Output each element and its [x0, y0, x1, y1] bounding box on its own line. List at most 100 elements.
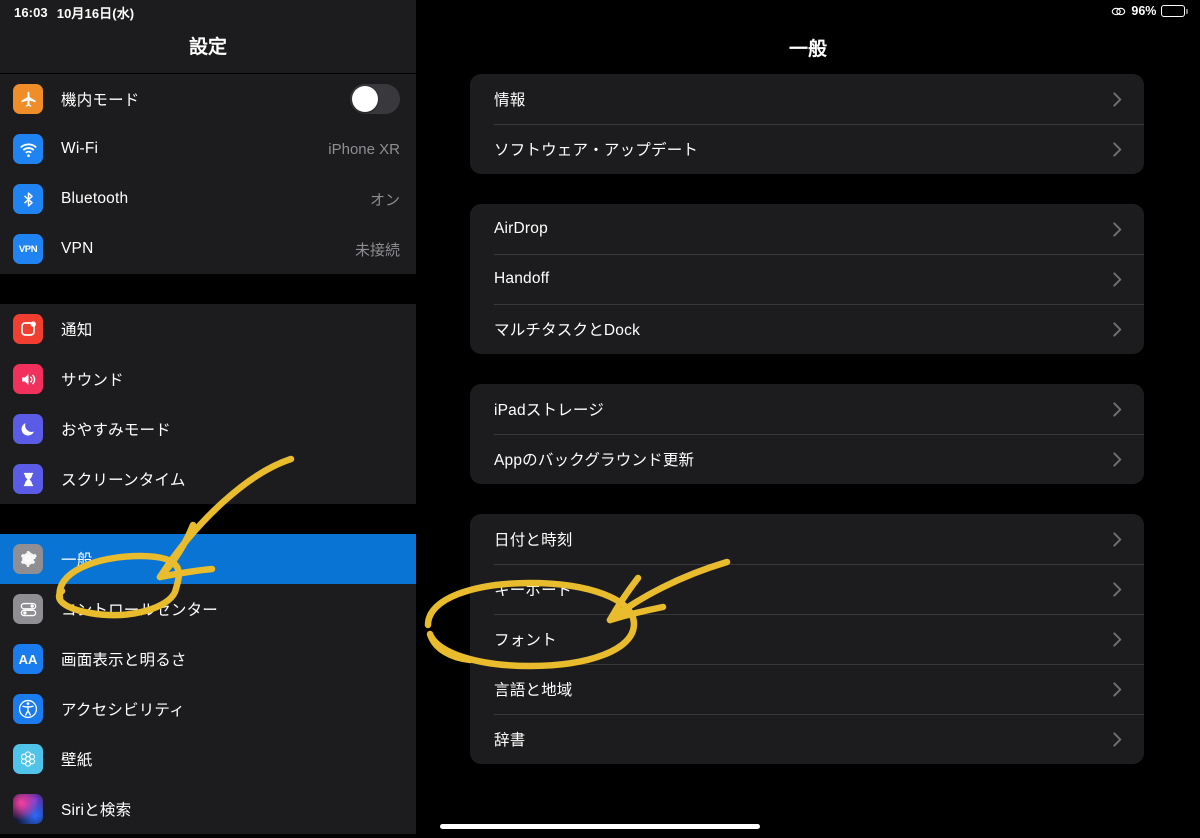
- detail-item-label: AirDrop: [494, 220, 548, 237]
- sidebar-group-notifications: 通知 サウンド おやすみモード スクリーンタイム: [0, 304, 416, 504]
- vpn-icon: VPN: [13, 234, 43, 264]
- home-indicator[interactable]: [440, 824, 760, 829]
- detail-item-label: 日付と時刻: [494, 532, 573, 549]
- wallpaper-icon: [13, 744, 43, 774]
- control-center-icon: [13, 594, 43, 624]
- sound-icon: [13, 364, 43, 394]
- sidebar-item-label: 壁紙: [61, 752, 93, 769]
- detail-item-fonts[interactable]: フォント: [470, 614, 1144, 664]
- chevron-right-icon: [1113, 681, 1122, 697]
- sidebar-item-value: iPhone XR: [328, 140, 400, 158]
- sidebar-item-label: 画面表示と明るさ: [61, 652, 187, 669]
- sidebar-item-accessibility[interactable]: アクセシビリティ: [0, 684, 416, 734]
- sidebar-item-label: おやすみモード: [61, 422, 171, 439]
- sidebar-item-sounds[interactable]: サウンド: [0, 354, 416, 404]
- sidebar-item-label: Siriと検索: [61, 802, 132, 819]
- sidebar-item-screen-time[interactable]: スクリーンタイム: [0, 454, 416, 504]
- detail-item-label: 辞書: [494, 732, 526, 749]
- settings-sidebar: 設定 機内モード Wi-Fi iPhone XR Bluetooth オン VP…: [0, 0, 416, 838]
- sidebar-item-label: Wi-Fi: [61, 140, 99, 157]
- sidebar-item-control-center[interactable]: コントロールセンター: [0, 584, 416, 634]
- chevron-right-icon: [1113, 321, 1122, 337]
- sidebar-group-gap: [0, 274, 416, 304]
- notifications-icon: [13, 314, 43, 344]
- detail-group-about: 情報 ソフトウェア・アップデート: [470, 74, 1144, 174]
- chevron-right-icon: [1113, 531, 1122, 547]
- moon-icon: [13, 414, 43, 444]
- detail-item-label: Handoff: [494, 270, 550, 287]
- hourglass-icon: [13, 464, 43, 494]
- detail-header: 一般: [416, 0, 1200, 74]
- detail-item-label: 言語と地域: [494, 682, 573, 699]
- detail-item-label: フォント: [494, 632, 557, 649]
- sidebar-item-wallpaper[interactable]: 壁紙: [0, 734, 416, 784]
- detail-item-label: Appのバックグラウンド更新: [494, 452, 695, 469]
- sidebar-item-label: 一般: [61, 552, 93, 569]
- sidebar-item-do-not-disturb[interactable]: おやすみモード: [0, 404, 416, 454]
- sidebar-item-notifications[interactable]: 通知: [0, 304, 416, 354]
- ipad-settings-screen: 設定 機内モード Wi-Fi iPhone XR Bluetooth オン VP…: [0, 0, 1200, 838]
- sidebar-item-wifi[interactable]: Wi-Fi iPhone XR: [0, 124, 416, 174]
- wifi-icon: [13, 134, 43, 164]
- chevron-right-icon: [1113, 91, 1122, 107]
- sidebar-item-value: オン: [369, 191, 400, 209]
- sidebar-item-label: アクセシビリティ: [61, 702, 185, 719]
- detail-item-airdrop[interactable]: AirDrop: [470, 204, 1144, 254]
- chevron-right-icon: [1113, 581, 1122, 597]
- detail-item-about[interactable]: 情報: [470, 74, 1144, 124]
- chevron-right-icon: [1113, 451, 1122, 467]
- sidebar-item-value: 未接続: [354, 241, 400, 259]
- sidebar-item-display-brightness[interactable]: AA 画面表示と明るさ: [0, 634, 416, 684]
- detail-item-label: iPadストレージ: [494, 402, 605, 419]
- gear-icon: [13, 544, 43, 574]
- detail-group-gap: [416, 354, 1200, 384]
- sidebar-item-vpn[interactable]: VPN VPN 未接続: [0, 224, 416, 274]
- general-detail-pane: 一般 情報 ソフトウェア・アップデート AirDrop Handoff マルチタ…: [416, 0, 1200, 838]
- sidebar-item-general[interactable]: 一般: [0, 534, 416, 584]
- sidebar-group-connectivity: 機内モード Wi-Fi iPhone XR Bluetooth オン VPN V…: [0, 74, 416, 274]
- detail-item-software-update[interactable]: ソフトウェア・アップデート: [470, 124, 1144, 174]
- detail-item-language-region[interactable]: 言語と地域: [470, 664, 1144, 714]
- airplane-icon: [13, 84, 43, 114]
- detail-item-dictionary[interactable]: 辞書: [470, 714, 1144, 764]
- sidebar-group-system: 一般 コントロールセンター AA 画面表示と明るさ アクセシビリティ 壁紙 Si…: [0, 534, 416, 834]
- detail-item-label: ソフトウェア・アップデート: [494, 142, 699, 159]
- siri-icon: [13, 794, 43, 824]
- detail-item-handoff[interactable]: Handoff: [470, 254, 1144, 304]
- accessibility-icon: [13, 694, 43, 724]
- detail-item-multitasking-dock[interactable]: マルチタスクとDock: [470, 304, 1144, 354]
- display-aa-icon: AA: [13, 644, 43, 674]
- chevron-right-icon: [1113, 731, 1122, 747]
- sidebar-item-airplane-mode[interactable]: 機内モード: [0, 74, 416, 124]
- chevron-right-icon: [1113, 141, 1122, 157]
- sidebar-item-label: 機内モード: [61, 92, 140, 109]
- detail-group-storage: iPadストレージ Appのバックグラウンド更新: [470, 384, 1144, 484]
- sidebar-item-label: VPN: [61, 240, 94, 257]
- detail-item-background-app-refresh[interactable]: Appのバックグラウンド更新: [470, 434, 1144, 484]
- detail-item-label: 情報: [494, 92, 526, 109]
- detail-group-sharing: AirDrop Handoff マルチタスクとDock: [470, 204, 1144, 354]
- detail-item-date-time[interactable]: 日付と時刻: [470, 514, 1144, 564]
- sidebar-item-label: 通知: [61, 322, 93, 339]
- sidebar-item-label: Bluetooth: [61, 190, 129, 207]
- detail-group-gap: [416, 174, 1200, 204]
- detail-group-localization: 日付と時刻 キーボード フォント 言語と地域 辞書: [470, 514, 1144, 764]
- bluetooth-icon: [13, 184, 43, 214]
- detail-item-keyboard[interactable]: キーボード: [470, 564, 1144, 614]
- sidebar-header: 設定: [0, 0, 416, 74]
- detail-group-gap: [416, 484, 1200, 514]
- sidebar-group-gap: [0, 504, 416, 534]
- detail-item-label: マルチタスクとDock: [494, 322, 641, 339]
- sidebar-item-label: スクリーンタイム: [61, 472, 186, 489]
- sidebar-item-bluetooth[interactable]: Bluetooth オン: [0, 174, 416, 224]
- chevron-right-icon: [1113, 221, 1122, 237]
- detail-item-ipad-storage[interactable]: iPadストレージ: [470, 384, 1144, 434]
- sidebar-title: 設定: [188, 37, 227, 58]
- detail-item-label: キーボード: [494, 582, 573, 599]
- sidebar-item-siri-search[interactable]: Siriと検索: [0, 784, 416, 834]
- sidebar-item-label: コントロールセンター: [61, 602, 219, 619]
- sidebar-item-label: サウンド: [61, 372, 124, 389]
- chevron-right-icon: [1113, 631, 1122, 647]
- page-title: 一般: [788, 39, 827, 60]
- airplane-mode-toggle[interactable]: [350, 84, 400, 114]
